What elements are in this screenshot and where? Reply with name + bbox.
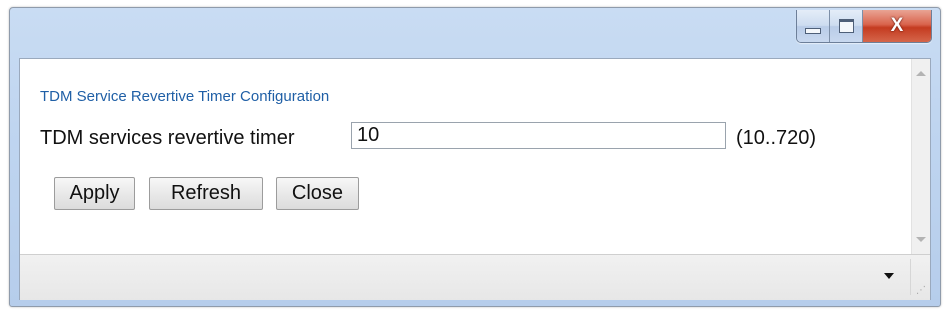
apply-button[interactable]: Apply (54, 177, 135, 210)
close-icon: X (890, 15, 904, 36)
window-controls: X (796, 10, 932, 43)
status-bar: ⋰ (20, 254, 930, 300)
form-panel: TDM Service Revertive Timer Configuratio… (20, 59, 911, 254)
close-window-button[interactable]: X (863, 10, 931, 42)
dropdown-arrow-icon[interactable] (884, 273, 894, 279)
minimize-button[interactable] (797, 10, 830, 42)
minimize-icon (805, 28, 821, 34)
vertical-scrollbar[interactable] (911, 59, 930, 254)
maximize-icon (838, 19, 854, 33)
revertive-timer-input[interactable] (351, 122, 726, 149)
scroll-down-arrow-icon[interactable] (916, 237, 926, 242)
maximize-button[interactable] (830, 10, 863, 42)
resize-grip-icon[interactable]: ⋰ (916, 286, 926, 296)
close-button[interactable]: Close (276, 177, 359, 210)
client-area: TDM Service Revertive Timer Configuratio… (19, 58, 931, 300)
revertive-timer-range: (10..720) (736, 127, 817, 149)
dialog-window: X TDM Service Revertive Timer Configurat… (9, 7, 941, 307)
refresh-button[interactable]: Refresh (149, 177, 263, 210)
title-bar[interactable]: X (10, 8, 940, 58)
status-divider (910, 259, 911, 295)
scroll-up-arrow-icon[interactable] (916, 71, 926, 76)
section-title: TDM Service Revertive Timer Configuratio… (40, 88, 330, 105)
revertive-timer-label: TDM services revertive timer (40, 127, 295, 149)
